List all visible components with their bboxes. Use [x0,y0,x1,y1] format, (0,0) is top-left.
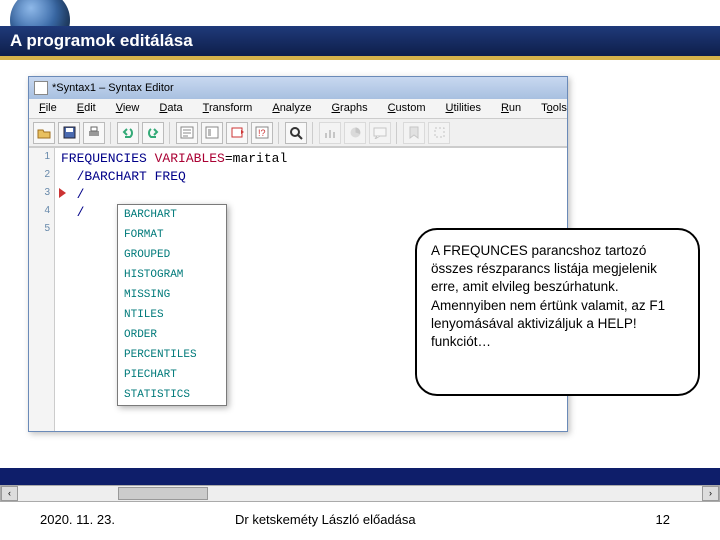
autocomplete-item[interactable]: PIECHART [118,365,226,385]
callout-bubble: A FREQUNCES parancshoz tartozó összes ré… [415,228,700,396]
window-app-icon [34,81,48,95]
line-num: 5 [29,220,50,238]
footer-date: 2020. 11. 23. [40,512,115,527]
line-gutter: 1 2 3 4 5 [29,148,55,431]
select-icon[interactable] [428,122,450,144]
goto-icon[interactable] [176,122,198,144]
footer-author: Dr ketskeméty László előadása [235,512,416,527]
scroll-right-icon[interactable]: › [702,486,719,501]
find-icon[interactable] [285,122,307,144]
svg-text:!?: !? [258,128,266,138]
help-icon[interactable]: !? [251,122,273,144]
autocomplete-item[interactable]: BARCHART [118,205,226,225]
pie-icon[interactable] [344,122,366,144]
line-num: 1 [29,148,50,166]
autocomplete-item[interactable]: STATISTICS [118,385,226,405]
slide-title: A programok editálása [0,26,720,56]
autocomplete-item[interactable]: MISSING [118,285,226,305]
bottom-blue-bar [0,468,720,485]
footer: 2020. 11. 23. Dr ketskeméty László előad… [0,512,720,532]
chart-icon[interactable] [319,122,341,144]
menu-utilities[interactable]: Utilities [436,99,491,118]
autocomplete-item[interactable]: FORMAT [118,225,226,245]
menu-edit[interactable]: Edit [67,99,106,118]
line-num: 4 [29,202,50,220]
menu-tools[interactable]: Tools [531,99,577,118]
bookmark-icon[interactable] [403,122,425,144]
autocomplete-item[interactable]: PERCENTILES [118,345,226,365]
accent-stripe [0,56,720,60]
dialog-recall-icon[interactable] [226,122,248,144]
scroll-left-icon[interactable]: ‹ [1,486,18,501]
autocomplete-popup: BARCHART FORMAT GROUPED HISTOGRAM MISSIN… [117,204,227,406]
menu-data[interactable]: Data [149,99,192,118]
autocomplete-item[interactable]: HISTOGRAM [118,265,226,285]
menu-analyze[interactable]: Analyze [262,99,321,118]
window-title-text: *Syntax1 – Syntax Editor [52,82,174,94]
save-icon[interactable] [58,122,80,144]
autocomplete-item[interactable]: ORDER [118,325,226,345]
toolbar: !? [29,119,567,147]
print-icon[interactable] [83,122,105,144]
menu-run[interactable]: Run [491,99,531,118]
comment-icon[interactable] [369,122,391,144]
open-icon[interactable] [33,122,55,144]
horizontal-scrollbar[interactable]: ‹ › [0,485,720,502]
line-num: 2 [29,166,50,184]
line-num: 3 [29,184,50,202]
menu-transform[interactable]: Transform [193,99,263,118]
menu-view[interactable]: View [106,99,150,118]
menu-graphs[interactable]: Graphs [321,99,377,118]
autocomplete-item[interactable]: NTILES [118,305,226,325]
variables-icon[interactable] [201,122,223,144]
footer-page-num: 12 [656,512,670,527]
window-titlebar[interactable]: *Syntax1 – Syntax Editor [29,77,567,99]
menu-file[interactable]: File [29,99,67,118]
menu-custom[interactable]: Custom [378,99,436,118]
autocomplete-item[interactable]: GROUPED [118,245,226,265]
callout-text: A FREQUNCES parancshoz tartozó összes ré… [431,243,665,349]
redo-icon[interactable] [142,122,164,144]
undo-icon[interactable] [117,122,139,144]
menubar: File Edit View Data Transform Analyze Gr… [29,99,567,119]
scroll-thumb[interactable] [118,487,208,500]
